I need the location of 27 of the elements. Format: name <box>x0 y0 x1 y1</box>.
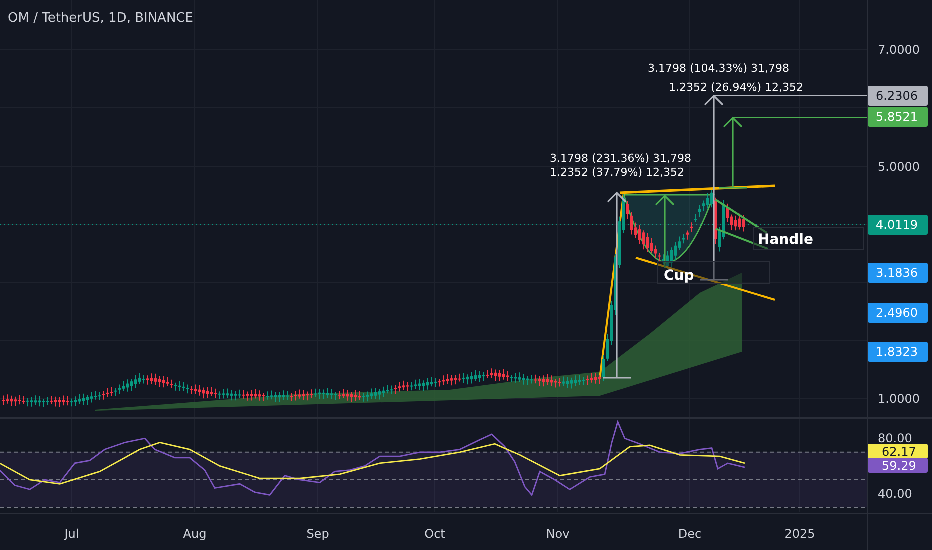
price-tick: 1.0000 <box>878 392 920 406</box>
time-tick: Nov <box>546 527 570 541</box>
time-tick: Aug <box>183 527 207 541</box>
rsi-tick: 40.00 <box>878 486 912 501</box>
price-tick: 5.0000 <box>878 160 920 174</box>
rsi-tick: 80.00 <box>878 432 912 446</box>
price-tag: 4.0119 <box>868 215 928 235</box>
chart-title: OM / TetherUS, 1D, BINANCE <box>8 11 194 26</box>
time-tick: Jul <box>64 527 80 541</box>
time-tick: Oct <box>424 527 446 541</box>
measurement-label: 3.1798 (104.33%) 31,798 <box>648 62 790 75</box>
time-tick: Dec <box>678 527 702 541</box>
rsi-tag: 62.17 <box>868 444 928 459</box>
pattern-label: Cup <box>664 268 694 284</box>
price-tag: 3.1836 <box>868 263 928 283</box>
measurement-label: 1.2352 (37.79%) 12,352 <box>550 166 684 179</box>
time-tick: Sep <box>306 527 330 541</box>
rsi-tag: 59.29 <box>868 458 928 473</box>
measurement-label: 3.1798 (231.36%) 31,798 <box>550 152 692 165</box>
measurement-label: 1.2352 (26.94%) 12,352 <box>669 81 804 94</box>
price-tag: 1.8323 <box>868 342 928 362</box>
price-tick: 7.0000 <box>878 43 920 57</box>
price-tag: 5.8521 <box>868 107 928 127</box>
price-tag: 6.2306 <box>868 86 928 106</box>
price-tag: 2.4960 <box>868 303 928 323</box>
pattern-label: Handle <box>758 232 814 248</box>
time-tick: 2025 <box>784 527 816 541</box>
